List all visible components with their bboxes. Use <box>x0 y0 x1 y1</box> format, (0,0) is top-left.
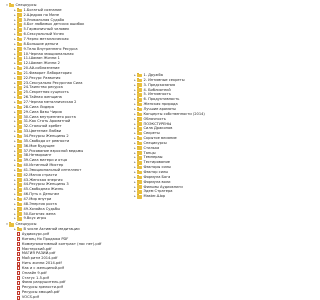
folder-icon <box>17 138 22 144</box>
folder-icon <box>17 22 22 27</box>
folder-icon <box>137 121 142 126</box>
folder-icon <box>137 102 142 107</box>
folder-icon <box>9 222 14 227</box>
folder-icon <box>17 227 22 232</box>
folder-icon <box>17 7 22 13</box>
folder-icon <box>17 129 22 134</box>
folder-icon <box>17 201 22 207</box>
folder-icon <box>17 70 22 76</box>
folder-icon <box>17 75 22 81</box>
folder-item[interactable]: ▸ Master-Шор <box>133 194 165 199</box>
folder-icon <box>137 165 142 170</box>
folder-icon <box>17 177 22 182</box>
folder-item-label: Master-Шор <box>143 194 166 199</box>
folder-icon <box>17 109 22 114</box>
folder-icon <box>17 80 22 85</box>
folder-icon <box>17 41 22 47</box>
folder-icon <box>137 82 142 87</box>
folder-item[interactable]: ▸ 9.Вкус игры <box>13 216 46 221</box>
folder-icon <box>17 61 22 66</box>
folder-icon <box>137 92 142 97</box>
folder-icon <box>17 163 22 168</box>
folder-icon <box>9 2 14 8</box>
folder-icon <box>17 133 22 139</box>
folder-icon <box>17 182 22 187</box>
folder-icon <box>137 194 142 199</box>
folder-icon <box>137 97 142 102</box>
folder-icon <box>17 167 22 173</box>
folder-icon <box>17 104 22 110</box>
folder-icon <box>17 32 22 37</box>
folder-item-label: 9.Вкус игры <box>23 216 47 221</box>
file-item-label: VOCS.pdf <box>21 295 39 299</box>
folder-icon <box>137 150 142 155</box>
folder-icon <box>137 155 142 160</box>
folder-icon <box>17 216 22 221</box>
folder-icon <box>137 77 142 83</box>
folder-icon <box>137 179 142 184</box>
folder-icon <box>137 87 142 92</box>
folder-icon <box>17 46 22 51</box>
folder-icon <box>17 187 22 192</box>
folder-icon <box>17 12 22 17</box>
folder-icon <box>137 169 142 175</box>
folder-icon <box>137 72 142 78</box>
folder-icon <box>17 158 22 163</box>
folder-icon <box>137 116 142 121</box>
folder-icon <box>17 143 22 148</box>
folder-icon <box>137 145 142 151</box>
folder-icon <box>17 114 22 119</box>
folder-icon <box>17 90 22 95</box>
folder-icon <box>17 153 22 158</box>
folder-icon <box>17 95 22 100</box>
folder-icon <box>137 160 142 165</box>
folder-icon <box>17 192 22 197</box>
folder-icon <box>17 99 22 105</box>
folder-icon <box>17 148 22 153</box>
folder-icon <box>17 172 22 178</box>
pdf-file-icon <box>17 295 21 300</box>
folder-icon <box>137 131 142 136</box>
folder-icon <box>17 27 22 32</box>
folder-icon <box>17 211 22 216</box>
folder-icon <box>17 206 22 211</box>
folder-icon <box>137 189 142 194</box>
file-item[interactable]: VOCS.pdf <box>13 295 39 300</box>
folder-icon <box>17 66 22 71</box>
folder-icon <box>137 106 142 112</box>
folder-icon <box>17 36 22 42</box>
folder-icon <box>137 174 142 180</box>
folder-icon <box>137 136 142 141</box>
folder-icon <box>17 119 22 124</box>
folder-icon <box>17 124 22 129</box>
folder-icon <box>17 17 22 22</box>
folder-icon <box>137 111 142 117</box>
folder-icon <box>17 56 22 61</box>
folder-icon <box>137 184 142 189</box>
folder-icon <box>137 126 142 131</box>
folder-icon <box>137 140 142 146</box>
folder-icon <box>17 85 22 90</box>
folder-icon <box>17 196 22 202</box>
folder-icon <box>17 51 22 56</box>
